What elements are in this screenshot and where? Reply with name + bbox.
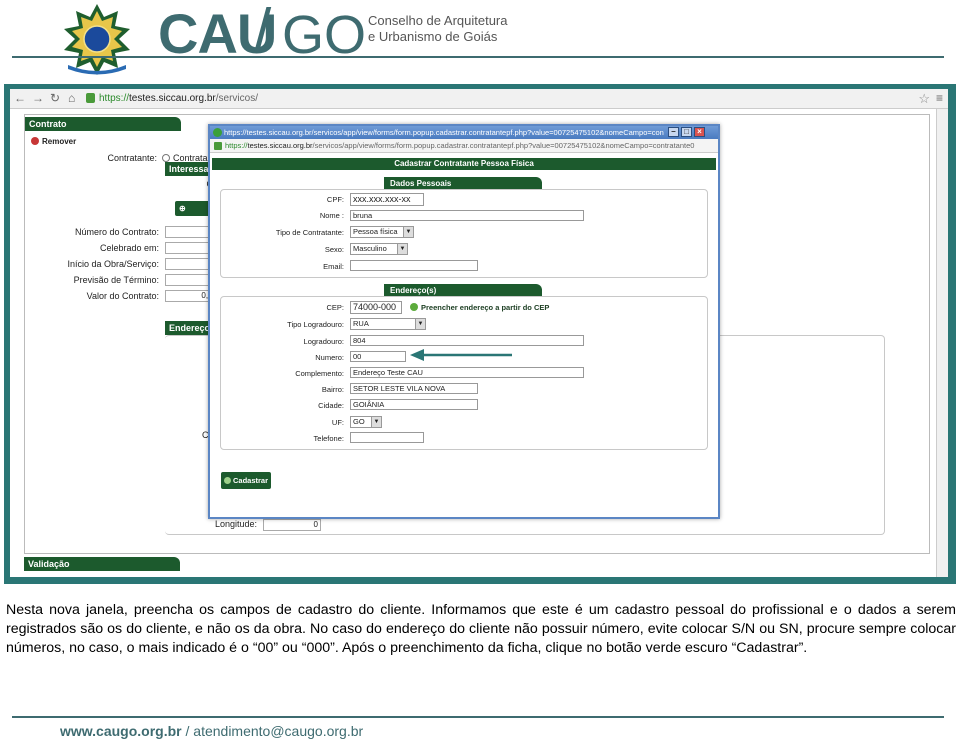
complemento-label: Complemento:	[295, 369, 344, 378]
popup-heading: Cadastrar Contratante Pessoa Física	[212, 158, 716, 170]
nome-input[interactable]: bruna	[350, 210, 584, 221]
footer-divider	[12, 716, 944, 718]
maximize-icon[interactable]: □	[681, 127, 692, 137]
page-scrollbar[interactable]	[936, 109, 948, 577]
email-label: Email:	[323, 262, 344, 271]
tipo-logradouro-select[interactable]: RUA ▼	[350, 318, 426, 330]
add-circle-icon	[224, 477, 231, 484]
lock-icon	[86, 93, 95, 103]
header-divider	[12, 56, 944, 58]
coat-of-arms-logo	[64, 4, 130, 75]
logradouro-input[interactable]: 804	[350, 335, 584, 346]
valor-label: Valor do Contrato:	[86, 291, 159, 301]
popup-title-bar: https://testes.siccau.org.br/servicos/ap…	[210, 126, 718, 139]
bookmark-star-icon[interactable]: ☆	[918, 91, 930, 107]
email-input[interactable]	[350, 260, 478, 271]
chevron-down-icon: ▼	[397, 244, 407, 254]
validacao-section-tab: Validação	[24, 557, 180, 571]
bairro-label: Bairro:	[321, 385, 344, 394]
nome-label: Nome :	[319, 211, 344, 220]
chevron-down-icon: ▼	[403, 227, 413, 237]
instruction-paragraph: Nesta nova janela, preencha os campos de…	[6, 602, 956, 656]
footer-email[interactable]: atendimento@caugo.org.br	[193, 723, 363, 739]
close-icon[interactable]: ×	[694, 127, 705, 137]
add-circle-icon	[410, 303, 418, 311]
chevron-down-icon: ▼	[415, 319, 425, 329]
back-icon[interactable]: ←	[14, 92, 26, 105]
contratante-label: Contratante:	[107, 153, 157, 163]
menu-icon[interactable]: ≡	[936, 91, 943, 105]
telefone-input[interactable]	[350, 432, 424, 443]
footer: www.caugo.org.br / atendimento@caugo.org…	[60, 722, 363, 740]
cep-label: CEP:	[326, 303, 344, 312]
telefone-label: Telefone:	[313, 434, 344, 443]
tipo-contratante-select[interactable]: Pessoa física ▼	[350, 226, 414, 238]
lock-icon	[214, 142, 222, 150]
popup-url[interactable]: https://testes.siccau.org.br/servicos/ap…	[225, 141, 694, 151]
cidade-label: Cidade:	[318, 401, 344, 410]
cpf-label: CPF:	[326, 195, 344, 204]
cadastrar-contratante-popup: https://testes.siccau.org.br/servicos/ap…	[208, 124, 720, 519]
chevron-down-icon: ▼	[371, 417, 381, 427]
page-header: CAU / GO Conselho de Arquitetura e Urban…	[0, 0, 960, 80]
numero-contrato-label: Número do Contrato:	[74, 227, 159, 237]
minimize-icon[interactable]: –	[668, 127, 679, 137]
org-name-line2: e Urbanismo de Goiás	[368, 29, 498, 44]
popup-address-bar: https://testes.siccau.org.br/servicos/ap…	[210, 139, 718, 153]
logradouro-label: Logradouro:	[303, 337, 344, 346]
browser-icon	[213, 128, 222, 137]
reload-icon[interactable]: ↻	[50, 92, 60, 105]
remove-icon	[31, 137, 39, 145]
arrow-annotation-icon	[410, 349, 512, 361]
bairro-input[interactable]: SETOR LESTE VILA NOVA	[350, 383, 478, 394]
inicio-label: Início da Obra/Serviço:	[67, 259, 159, 269]
tipo-contratante-label: Tipo de Contratante:	[275, 228, 344, 237]
browser-address-bar: ← → ↻ ⌂ https://testes.siccau.org.br/ser…	[10, 89, 948, 109]
brand-slash: /	[254, 0, 272, 66]
forward-icon[interactable]: →	[32, 92, 44, 105]
cep-input[interactable]: 74000-000	[350, 301, 402, 314]
org-name-line1: Conselho de Arquitetura	[368, 13, 508, 28]
cidade-input[interactable]: GOIÂNIA	[350, 399, 478, 410]
popup-title-url: https://testes.siccau.org.br/servicos/ap…	[224, 128, 664, 137]
footer-separator: /	[181, 723, 194, 739]
cpf-input[interactable]: xxx.xxx.xxx-xx	[350, 193, 424, 206]
remover-link[interactable]: Remover	[31, 137, 76, 147]
cadastrar-button[interactable]: Cadastrar	[221, 472, 271, 489]
url-field[interactable]: https://testes.siccau.org.br/servicos/	[99, 93, 258, 104]
tipo-logradouro-label: Tipo Logradouro:	[287, 320, 344, 329]
contrato-section-tab: Contrato	[25, 117, 181, 131]
preencher-cep-link[interactable]: Preencher endereço a partir do CEP	[410, 302, 549, 313]
complemento-input[interactable]: Endereço Teste CAU	[350, 367, 584, 378]
sexo-select[interactable]: Masculino ▼	[350, 243, 408, 255]
numero-input[interactable]: 00	[350, 351, 406, 362]
previsao-label: Previsão de Término:	[73, 275, 159, 285]
sexo-label: Sexo:	[324, 245, 344, 254]
home-icon[interactable]: ⌂	[68, 92, 75, 105]
uf-select[interactable]: GO ▼	[350, 416, 382, 428]
celebrado-label: Celebrado em:	[99, 243, 159, 253]
longitude-label: Longitude:	[214, 519, 257, 529]
contratante-radio[interactable]	[162, 154, 170, 162]
uf-label: UF:	[331, 418, 344, 427]
longitude-input[interactable]: 0	[263, 519, 321, 531]
numero-label: Numero:	[315, 353, 344, 362]
footer-site[interactable]: www.caugo.org.br	[60, 723, 182, 739]
